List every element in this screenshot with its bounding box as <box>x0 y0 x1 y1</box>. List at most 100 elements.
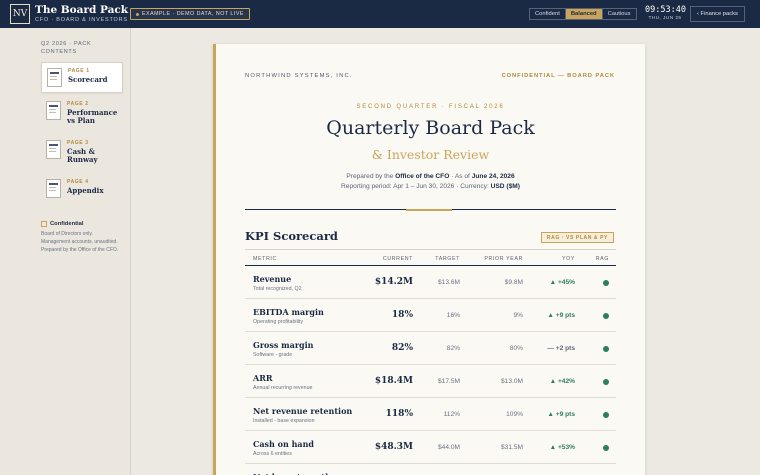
metric-prior-year: $13.0M <box>501 378 523 385</box>
finance-packs-back-button[interactable]: ‹ Finance packs <box>690 6 745 22</box>
metric-description: Installed - base expansion <box>253 418 315 424</box>
metric-name: Cash on hand <box>253 439 315 449</box>
metric-current: $18.4M <box>374 376 413 386</box>
metric-description: Operating profitability <box>253 319 304 325</box>
metric-description: Annual recurring revenue <box>253 385 313 391</box>
metric-target: 16% <box>446 312 460 319</box>
sidebar-page-performance[interactable]: PAGE 2 Performance vs Plan <box>41 96 123 130</box>
sidebar-page-cash-runway[interactable]: PAGE 3 Cash & Runway <box>41 135 123 167</box>
metric-current: $14.2M <box>374 277 413 287</box>
rag-badge: RAG · VS PLAN & PY <box>540 232 614 243</box>
metric-description: Across 6 entities <box>253 451 292 457</box>
page-number: PAGE 3 <box>67 140 89 146</box>
tone-segmented-control: Confident Balanced Cautious <box>529 8 637 20</box>
table-row[interactable]: Gross margin Software - grade 82% 82% 80% — +… <box>245 332 616 365</box>
column-header-current: CURRENT <box>382 256 413 262</box>
metric-name: Revenue <box>253 274 292 284</box>
page-number: PAGE 2 <box>67 101 89 107</box>
metric-prior-year: 109% <box>506 411 523 418</box>
metric-current: 18% <box>391 310 413 320</box>
page-number: PAGE 4 <box>67 179 89 185</box>
divider-accent <box>406 209 452 211</box>
confidential-icon <box>41 221 47 227</box>
pack-contents-heading: Q2 2026 · PACK CONTENTS <box>41 41 92 55</box>
metric-yoy: ▲ +45% <box>549 279 575 286</box>
metric-prior-year: $31.5M <box>501 444 523 451</box>
metric-target: $13.6M <box>438 279 460 286</box>
metric-description: Total recognized, Q2 <box>253 286 302 292</box>
metric-current: $48.3M <box>374 442 413 452</box>
page-thumbnail-icon <box>46 179 61 198</box>
sidebar-page-scorecard[interactable]: PAGE 1 Scorecard <box>41 62 123 93</box>
column-header-yoy: YOY <box>562 256 575 262</box>
board-pack-document: NORTHWIND SYSTEMS, INC. CONFIDENTIAL — B… <box>213 44 645 475</box>
demo-data-badge: EXAMPLE · DEMO DATA, NOT LIVE <box>130 8 250 20</box>
doc-prepared-by: Prepared by the Office of the CFO · As o… <box>346 173 515 180</box>
rag-status-icon <box>603 379 609 385</box>
sidebar: Q2 2026 · PACK CONTENTS PAGE 1 Scorecard… <box>0 28 131 475</box>
metric-yoy: — +2 pts <box>547 345 575 352</box>
confidential-note: Confidential Board of Directors only. Ma… <box>41 221 121 254</box>
rag-status-icon <box>603 445 609 451</box>
table-row[interactable]: Revenue Total recognized, Q2 $14.2M $13.6M $… <box>245 266 616 299</box>
column-header-prior-year: PRIOR YEAR <box>484 256 523 262</box>
rag-status-icon <box>603 313 609 319</box>
page-thumbnail-icon <box>46 101 61 120</box>
kpi-scorecard-title: KPI Scorecard <box>245 229 338 243</box>
page-label: Appendix <box>67 186 104 195</box>
table-row[interactable]: EBITDA margin Operating profitability 18% 1… <box>245 299 616 332</box>
metric-name: EBITDA margin <box>253 307 324 317</box>
confidential-title: Confidential <box>50 221 84 227</box>
column-header-metric: METRIC <box>253 256 277 262</box>
page-label: Scorecard <box>68 75 108 84</box>
metric-name: ARR <box>253 373 273 383</box>
kpi-table-body: Revenue Total recognized, Q2 $14.2M $13.6M $… <box>245 266 616 475</box>
page-label: Performance vs Plan <box>67 108 118 125</box>
metric-prior-year: $9.8M <box>504 279 523 286</box>
confidential-label: CONFIDENTIAL — BOARD PACK <box>501 73 615 79</box>
company-name: NORTHWIND SYSTEMS, INC. <box>245 73 353 79</box>
table-row[interactable]: Cash on hand Across 6 entities $48.3M $44.0… <box>245 431 616 464</box>
metric-yoy: ▲ +53% <box>549 444 575 451</box>
app-subtitle: CFO · BOARD & INVESTORS <box>35 17 128 23</box>
sidebar-page-appendix[interactable]: PAGE 4 Appendix <box>41 174 123 200</box>
table-row[interactable]: Net revenue retention Installed - base ex… <box>245 398 616 431</box>
page-thumbnail-icon <box>46 140 61 159</box>
metric-target: 112% <box>443 411 460 418</box>
tone-cautious-button[interactable]: Cautious <box>603 9 636 19</box>
doc-reporting-period: Reporting period: Apr 1 – Jun 30, 2026 ·… <box>341 183 520 190</box>
metric-yoy: ▲ +42% <box>549 378 575 385</box>
top-bar: NV The Board Pack CFO · BOARD & INVESTOR… <box>0 0 760 28</box>
column-header-target: TARGET <box>435 256 460 262</box>
metric-target: $44.0M <box>438 444 460 451</box>
page-thumbnail-icon <box>47 68 62 87</box>
doc-subtitle: & Investor Review <box>371 147 490 162</box>
metric-target: $17.5M <box>438 378 460 385</box>
tone-confident-button[interactable]: Confident <box>530 9 566 19</box>
app-title: The Board Pack <box>35 4 129 16</box>
tone-balanced-button[interactable]: Balanced <box>565 9 603 19</box>
metric-name: Net revenue retention <box>253 406 353 416</box>
table-header: METRIC CURRENT TARGET PRIOR YEAR YOY RAG <box>245 253 616 266</box>
table-row[interactable]: Net burn / month <box>245 464 616 475</box>
table-row[interactable]: ARR Annual recurring revenue $18.4M $17.5M $… <box>245 365 616 398</box>
metric-yoy: ▲ +9 pts <box>547 411 575 418</box>
divider <box>245 249 616 250</box>
status-dot-icon <box>136 12 139 16</box>
metric-target: 82% <box>446 345 460 352</box>
page-number: PAGE 1 <box>68 68 90 74</box>
doc-title: Quarterly Board Pack <box>326 117 535 139</box>
clock-time: 09:53:40 <box>645 5 686 15</box>
rag-status-icon <box>603 412 609 418</box>
metric-name: Gross margin <box>253 340 314 350</box>
metric-prior-year: 80% <box>509 345 523 352</box>
logo-mark: NV <box>10 4 30 24</box>
confidential-text: Board of Directors only. Management acco… <box>41 231 119 253</box>
doc-kicker: SECOND QUARTER · FISCAL 2026 <box>356 104 505 110</box>
clock-date: THU, JUN 25 <box>648 16 682 21</box>
rag-status-icon <box>603 346 609 352</box>
column-header-rag: RAG <box>595 256 609 262</box>
rag-status-icon <box>603 280 609 286</box>
clock: 09:53:40 THU, JUN 25 <box>645 5 686 21</box>
metric-current: 118% <box>385 409 413 419</box>
